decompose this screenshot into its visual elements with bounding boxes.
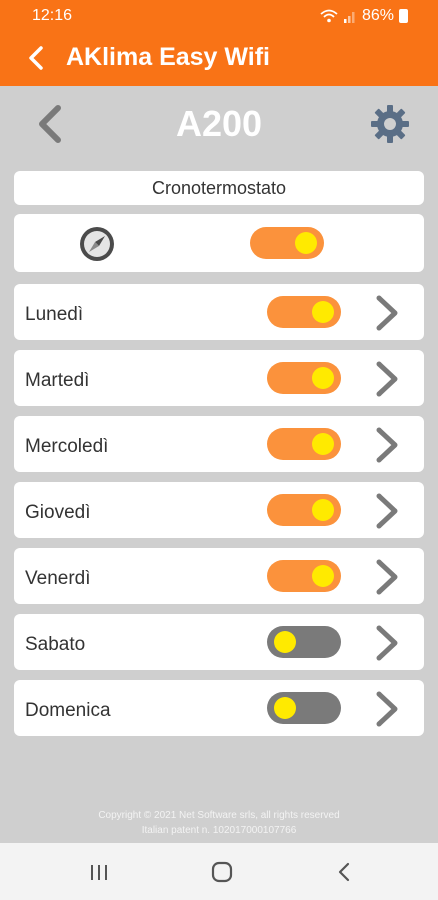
chevron-right-icon[interactable]: [373, 360, 401, 398]
toggle-knob: [312, 433, 334, 455]
home-icon[interactable]: [207, 857, 237, 887]
chevron-right-icon[interactable]: [373, 492, 401, 530]
day-toggle-mercoledi[interactable]: [267, 428, 341, 460]
day-toggle-venerdi[interactable]: [267, 560, 341, 592]
system-back-icon[interactable]: [330, 857, 360, 887]
toggle-knob: [295, 232, 317, 254]
chevron-right-icon[interactable]: [373, 426, 401, 464]
settings-gear-icon[interactable]: [370, 104, 410, 144]
day-toggle-martedi[interactable]: [267, 362, 341, 394]
day-row-domenica[interactable]: Domenica: [14, 680, 424, 736]
day-row-martedi[interactable]: Martedì: [14, 350, 424, 406]
day-toggle-sabato[interactable]: [267, 626, 341, 658]
battery-icon: [399, 9, 408, 23]
footer: Copyright © 2021 Net Software srls, all …: [0, 808, 438, 838]
device-header: A200: [0, 86, 438, 160]
day-toggle-lunedi[interactable]: [267, 296, 341, 328]
day-label: Martedì: [25, 370, 90, 391]
compass-icon: [80, 227, 114, 261]
app-bar: AKlima Easy Wifi: [0, 30, 438, 86]
copyright-text: Copyright © 2021 Net Software srls, all …: [98, 810, 340, 821]
day-toggle-domenica[interactable]: [267, 692, 341, 724]
chevron-right-icon[interactable]: [373, 624, 401, 662]
cronotermostato-title: Cronotermostato: [14, 171, 424, 205]
status-icons: 86%: [320, 7, 408, 25]
cronotermostato-master-card: [14, 214, 424, 272]
status-time: 12:16: [32, 7, 73, 24]
battery-percent: 86%: [361, 7, 394, 24]
day-label: Lunedì: [25, 304, 84, 325]
day-row-lunedi[interactable]: Lunedì: [14, 284, 424, 340]
status-bar: 12:16 86%: [0, 0, 438, 30]
day-label: Venerdì: [25, 568, 91, 589]
day-label: Sabato: [25, 634, 86, 655]
toggle-knob: [312, 565, 334, 587]
day-row-sabato[interactable]: Sabato: [14, 614, 424, 670]
toggle-knob: [274, 697, 296, 719]
toggle-knob: [274, 631, 296, 653]
wifi-icon: [320, 9, 338, 23]
day-label: Mercoledì: [25, 436, 109, 457]
chevron-right-icon[interactable]: [373, 294, 401, 332]
chevron-right-icon[interactable]: [373, 558, 401, 596]
day-label: Domenica: [25, 700, 111, 721]
day-toggle-giovedi[interactable]: [267, 494, 341, 526]
back-arrow-icon[interactable]: [24, 44, 48, 72]
signal-icon: [343, 12, 355, 23]
day-row-giovedi[interactable]: Giovedì: [14, 482, 424, 538]
day-row-venerdi[interactable]: Venerdì: [14, 548, 424, 604]
app-title: AKlima Easy Wifi: [66, 43, 271, 71]
patent-text: Italian patent n. 102017000107766: [141, 825, 297, 836]
day-label: Giovedì: [25, 502, 91, 523]
chevron-right-icon[interactable]: [373, 690, 401, 728]
system-nav-bar: [0, 843, 438, 900]
toggle-knob: [312, 499, 334, 521]
toggle-knob: [312, 367, 334, 389]
recent-apps-icon[interactable]: [84, 857, 114, 887]
day-row-mercoledi[interactable]: Mercoledì: [14, 416, 424, 472]
toggle-knob: [312, 301, 334, 323]
cronotermostato-master-toggle[interactable]: [250, 227, 324, 259]
